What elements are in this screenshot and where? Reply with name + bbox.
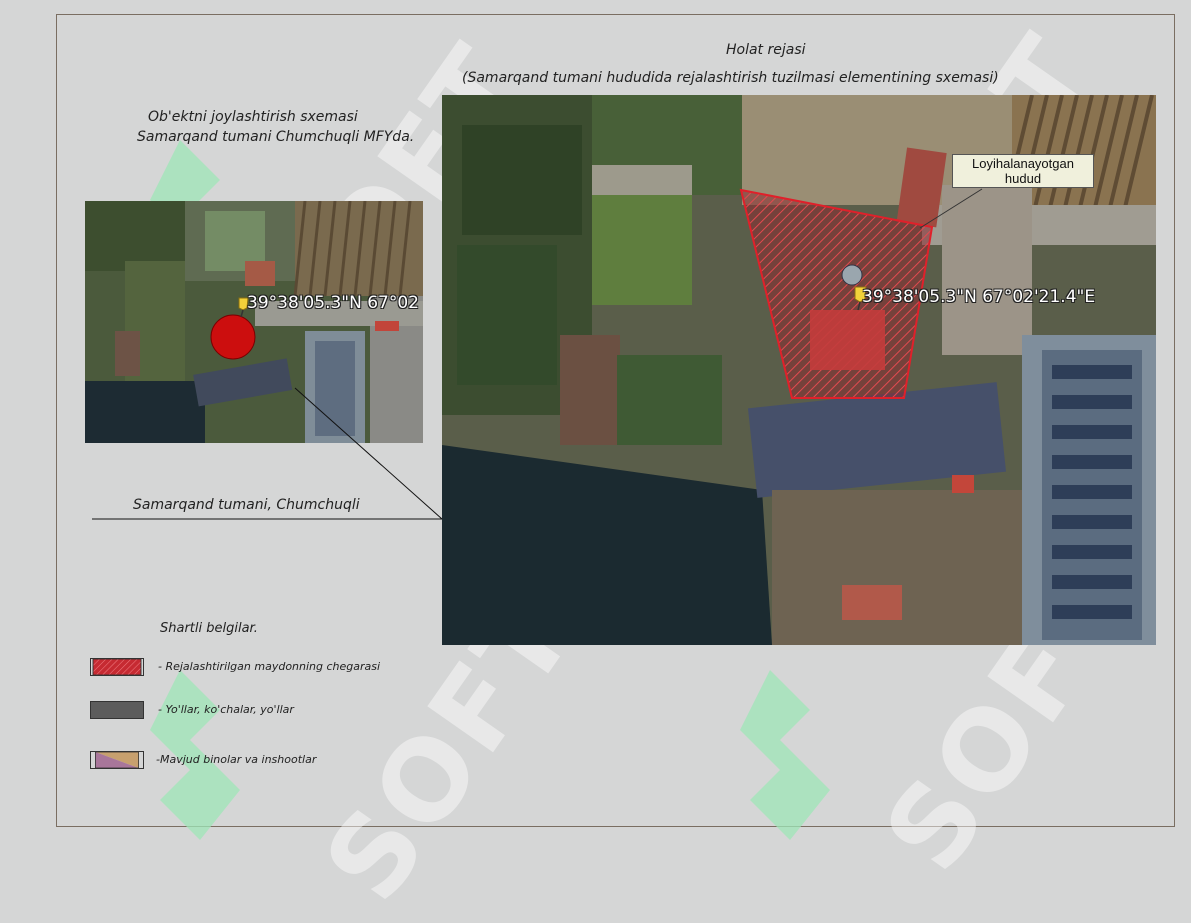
legend-item-boundary: - Rejalashtirilgan maydonning chegarasi: [158, 660, 381, 673]
legend-item-roads: - Yo'llar, ko'chalar, yo'llar: [158, 703, 294, 716]
callout-label: Loyihalanayotgan hudud: [972, 156, 1074, 186]
legend-swatch-buildings: [90, 751, 144, 769]
callout-box: Loyihalanayotgan hudud: [952, 154, 1094, 188]
legend-item-buildings: -Mavjud binolar va inshootlar: [156, 753, 317, 766]
legend-swatch-roads: [90, 701, 144, 719]
legend-swatch-boundary: [90, 658, 144, 676]
legend-title: Shartli belgilar.: [160, 621, 258, 636]
